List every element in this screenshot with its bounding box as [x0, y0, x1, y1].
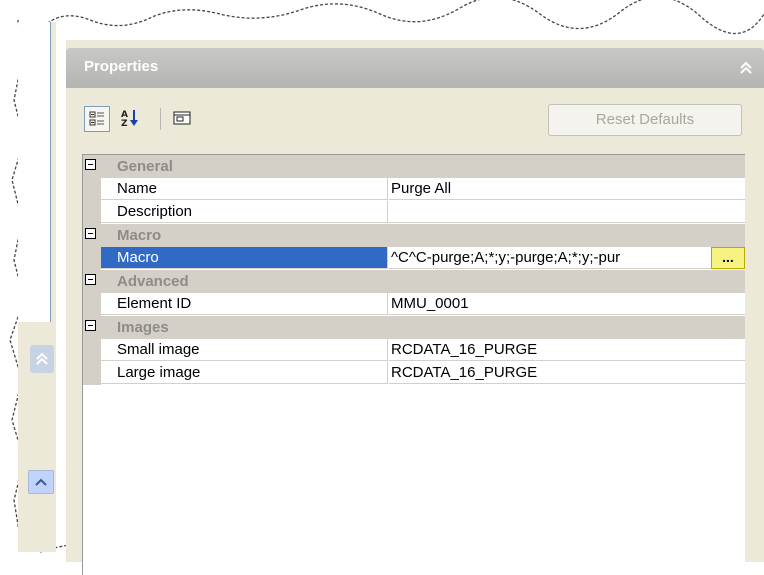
- category-row-macro[interactable]: Macro: [83, 224, 745, 247]
- property-grid: General Name Purge All Description Macro Macr…: [82, 154, 745, 575]
- row-gutter: [83, 293, 101, 316]
- alphabetic-sort-button[interactable]: A Z: [118, 106, 142, 130]
- category-row-general[interactable]: General: [83, 155, 745, 178]
- collapse-toggle-icon[interactable]: [85, 274, 96, 285]
- double-chevron-up-icon: [740, 61, 752, 74]
- scroll-up-button[interactable]: [28, 470, 54, 494]
- property-value[interactable]: RCDATA_16_PURGE: [389, 339, 745, 361]
- double-chevron-up-icon: [36, 352, 48, 365]
- row-gutter: [83, 178, 101, 201]
- property-row[interactable]: Large image RCDATA_16_PURGE: [83, 362, 745, 385]
- property-value[interactable]: ^C^C-purge;A;*;y;-purge;A;*;y;-pur: [389, 247, 745, 269]
- chevron-up-icon: [35, 478, 47, 486]
- property-name[interactable]: Name: [101, 178, 388, 200]
- property-name[interactable]: Large image: [101, 362, 388, 384]
- palette-title: Properties: [84, 58, 159, 75]
- left-pane-list: [18, 22, 51, 322]
- property-value[interactable]: MMU_0001: [389, 293, 745, 315]
- property-row[interactable]: Small image RCDATA_16_PURGE: [83, 339, 745, 362]
- category-label: Advanced: [117, 273, 189, 290]
- alphabetic-sort-icon: A Z: [121, 110, 138, 128]
- row-gutter: [83, 201, 101, 224]
- property-value[interactable]: Purge All: [389, 178, 745, 200]
- property-value[interactable]: [389, 201, 745, 223]
- category-row-advanced[interactable]: Advanced: [83, 270, 745, 293]
- properties-toolbar: A Z Reset Defaults: [84, 100, 762, 140]
- ellipsis-button[interactable]: ...: [711, 247, 745, 269]
- collapse-toggle-icon[interactable]: [85, 159, 96, 170]
- description-panel-button[interactable]: [170, 106, 194, 130]
- category-label: Macro: [117, 227, 162, 244]
- property-value[interactable]: RCDATA_16_PURGE: [389, 362, 745, 384]
- reset-defaults-button[interactable]: Reset Defaults: [548, 104, 742, 136]
- collapse-palette-button[interactable]: [736, 58, 756, 78]
- properties-palette: Properties A Z Reset Defaults General Na…: [66, 40, 764, 575]
- property-name[interactable]: Macro: [101, 247, 388, 269]
- categorized-view-icon: [89, 111, 104, 126]
- category-label: General: [117, 158, 173, 175]
- property-name[interactable]: Description: [101, 201, 388, 223]
- categorized-view-button[interactable]: [84, 106, 110, 132]
- row-gutter: [83, 339, 101, 362]
- property-name[interactable]: Small image: [101, 339, 388, 361]
- row-gutter: [83, 362, 101, 385]
- property-row[interactable]: Element ID MMU_0001: [83, 293, 745, 316]
- description-panel-icon: [173, 111, 191, 125]
- svg-text:Z: Z: [121, 119, 128, 128]
- left-collapse-button[interactable]: [30, 345, 54, 373]
- collapse-toggle-icon[interactable]: [85, 320, 96, 331]
- row-gutter: [83, 247, 101, 270]
- toolbar-separator: [160, 108, 161, 130]
- property-row[interactable]: Name Purge All: [83, 178, 745, 201]
- properties-title-bar: Properties: [66, 48, 764, 88]
- category-label: Images: [117, 319, 169, 336]
- property-row[interactable]: Description: [83, 201, 745, 224]
- category-row-images[interactable]: Images: [83, 316, 745, 339]
- collapse-toggle-icon[interactable]: [85, 228, 96, 239]
- property-row[interactable]: Macro ^C^C-purge;A;*;y;-purge;A;*;y;-pur.…: [83, 247, 745, 270]
- property-name[interactable]: Element ID: [101, 293, 388, 315]
